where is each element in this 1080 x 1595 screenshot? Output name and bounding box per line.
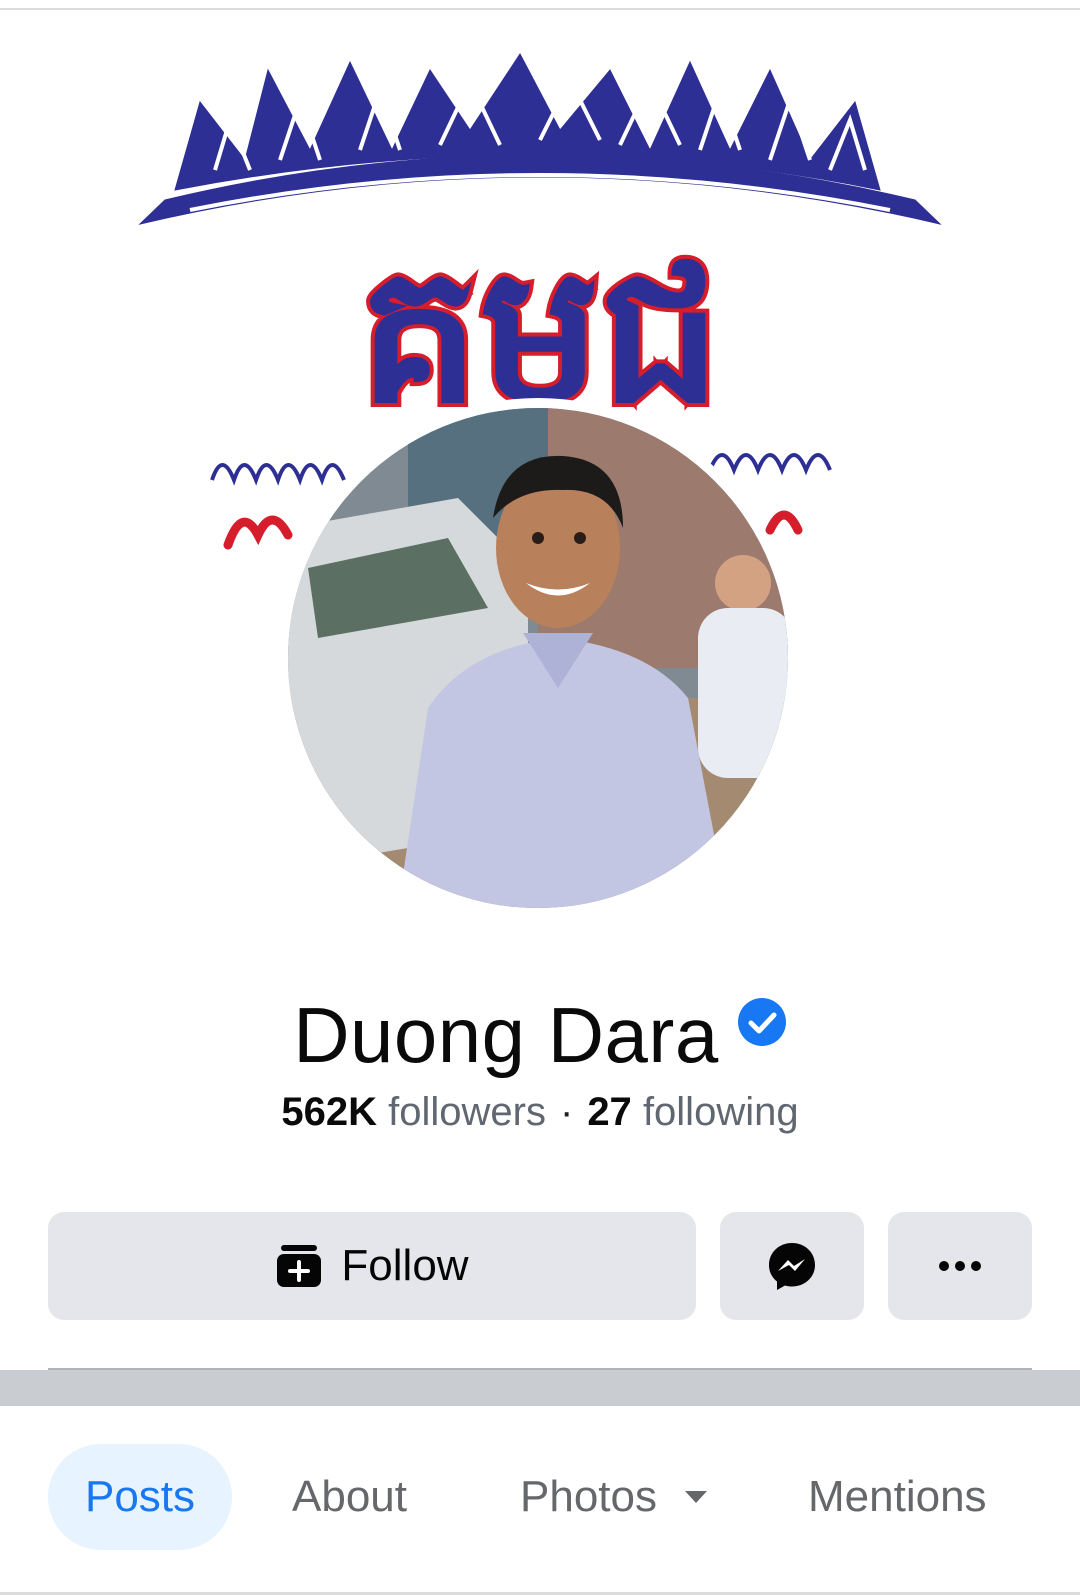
- more-options-button[interactable]: [888, 1212, 1032, 1320]
- tab-mentions[interactable]: Mentions: [808, 1444, 987, 1550]
- following-label: following: [642, 1089, 799, 1134]
- messenger-icon: [769, 1243, 815, 1290]
- following-link[interactable]: 27 following: [587, 1090, 798, 1135]
- following-count: 27: [587, 1089, 632, 1134]
- follow-button[interactable]: Follow: [48, 1212, 696, 1320]
- follow-button-label: Follow: [341, 1241, 469, 1290]
- profile-photo: [288, 408, 788, 908]
- followers-label: followers: [388, 1089, 546, 1134]
- follow-stats: 562K followers · 27 following: [0, 1088, 1080, 1136]
- profile-avatar[interactable]: [278, 398, 798, 918]
- message-button[interactable]: [720, 1212, 864, 1320]
- profile-tabs: Posts About Photos Mentions: [0, 1406, 1080, 1595]
- section-separator: [0, 1368, 1080, 1406]
- stats-separator: ·: [559, 1089, 574, 1134]
- profile-header: Duong Dara: [0, 985, 1080, 1085]
- add-friend-icon: [277, 1245, 322, 1287]
- tab-posts[interactable]: Posts: [48, 1444, 232, 1550]
- chevron-down-icon: [684, 1491, 707, 1503]
- more-icon: [939, 1261, 981, 1271]
- profile-name: Duong Dara: [293, 990, 719, 1079]
- tab-photos[interactable]: Photos: [520, 1444, 709, 1550]
- followers-count: 562K: [281, 1089, 378, 1134]
- verified-badge-icon: [737, 998, 786, 1046]
- tab-about[interactable]: About: [292, 1444, 407, 1550]
- tab-photos-label: Photos: [520, 1472, 657, 1521]
- followers-link[interactable]: 562K followers: [281, 1090, 546, 1135]
